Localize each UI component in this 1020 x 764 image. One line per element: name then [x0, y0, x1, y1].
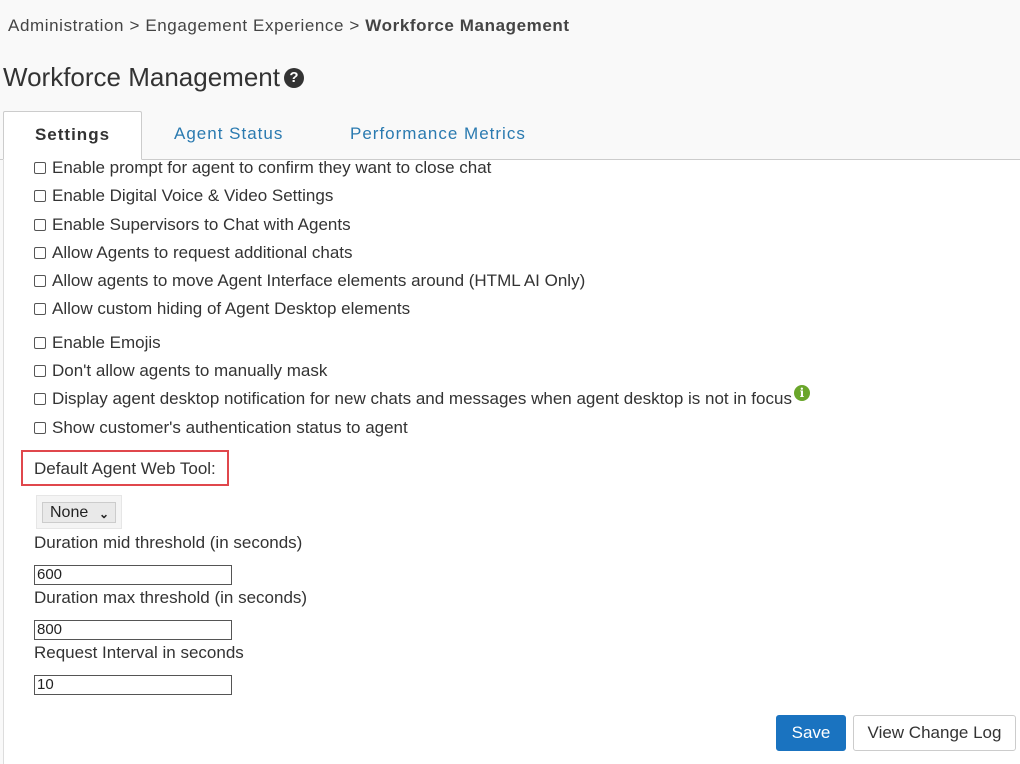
breadcrumb-item-engagement-experience[interactable]: Engagement Experience: [145, 16, 344, 35]
setting-manual-mask: Don't allow agents to manually mask: [34, 361, 327, 381]
tab-settings[interactable]: Settings: [3, 111, 142, 160]
setting-desktop-notification: Display agent desktop notification for n…: [34, 385, 810, 409]
breadcrumb-current: Workforce Management: [365, 16, 570, 35]
page-title-text: Workforce Management: [3, 62, 280, 92]
enable-emojis-checkbox[interactable]: [34, 337, 46, 349]
manual-mask-checkbox[interactable]: [34, 365, 46, 377]
duration-mid-label: Duration mid threshold (in seconds): [34, 533, 303, 552]
checkbox-label: Enable Supervisors to Chat with Agents: [52, 215, 351, 234]
chevron-down-icon: ⌄: [98, 507, 109, 521]
supervisors-chat-checkbox[interactable]: [34, 219, 46, 231]
setting-enable-emojis: Enable Emojis: [34, 333, 161, 353]
question-circle-icon[interactable]: ?: [283, 67, 304, 88]
move-interface-elements-checkbox[interactable]: [34, 275, 46, 287]
tab-bar: Settings Agent Status Performance Metric…: [0, 111, 1020, 160]
duration-mid-input[interactable]: 600: [34, 565, 232, 585]
checkbox-label: Display agent desktop notification for n…: [52, 389, 792, 408]
setting-custom-hiding: Allow custom hiding of Agent Desktop ele…: [34, 299, 410, 319]
request-additional-chats-checkbox[interactable]: [34, 247, 46, 259]
tab-agent-status[interactable]: Agent Status: [174, 111, 283, 160]
checkbox-label: Don't allow agents to manually mask: [52, 361, 328, 380]
setting-auth-status: Show customer's authentication status to…: [34, 418, 408, 438]
breadcrumb-item-administration[interactable]: Administration: [8, 16, 124, 35]
checkbox-label: Enable Digital Voice & Video Settings: [52, 186, 334, 205]
view-change-log-button[interactable]: View Change Log: [853, 715, 1016, 751]
save-button[interactable]: Save: [776, 715, 846, 751]
request-interval-input[interactable]: 10: [34, 675, 232, 695]
breadcrumb: Administration > Engagement Experience >…: [8, 16, 570, 36]
setting-move-interface-elements: Allow agents to move Agent Interface ele…: [34, 271, 585, 291]
checkbox-label: Enable Emojis: [52, 333, 161, 352]
default-web-tool-select[interactable]: None ⌄: [42, 502, 116, 523]
info-icon[interactable]: i: [793, 385, 810, 401]
breadcrumb-separator: >: [349, 16, 360, 35]
checkbox-label: Show customer's authentication status to…: [52, 418, 408, 437]
tab-performance-metrics[interactable]: Performance Metrics: [350, 111, 526, 160]
default-web-tool-label: Default Agent Web Tool:: [34, 459, 216, 478]
checkbox-label: Enable prompt for agent to confirm they …: [52, 158, 492, 177]
setting-confirm-close-chat: Enable prompt for agent to confirm they …: [34, 158, 491, 178]
digital-voice-video-checkbox[interactable]: [34, 190, 46, 202]
setting-digital-voice-video: Enable Digital Voice & Video Settings: [34, 186, 333, 206]
checkbox-label: Allow custom hiding of Agent Desktop ele…: [52, 299, 411, 318]
custom-hiding-checkbox[interactable]: [34, 303, 46, 315]
select-value: None: [50, 504, 89, 521]
request-interval-label: Request Interval in seconds: [34, 643, 244, 662]
breadcrumb-separator: >: [129, 16, 140, 35]
default-web-tool-select-container: None ⌄: [36, 495, 122, 529]
desktop-notification-checkbox[interactable]: [34, 393, 46, 405]
checkbox-label: Allow agents to move Agent Interface ele…: [52, 271, 586, 290]
settings-panel: Enable prompt for agent to confirm they …: [3, 158, 1020, 764]
auth-status-checkbox[interactable]: [34, 422, 46, 434]
setting-supervisors-chat: Enable Supervisors to Chat with Agents: [34, 215, 351, 235]
duration-max-input[interactable]: 800: [34, 620, 232, 640]
page-title: Workforce Management ?: [3, 62, 304, 93]
checkbox-label: Allow Agents to request additional chats: [52, 243, 353, 262]
duration-max-label: Duration max threshold (in seconds): [34, 588, 308, 607]
setting-request-additional-chats: Allow Agents to request additional chats: [34, 243, 353, 263]
confirm-close-chat-checkbox[interactable]: [34, 162, 46, 174]
